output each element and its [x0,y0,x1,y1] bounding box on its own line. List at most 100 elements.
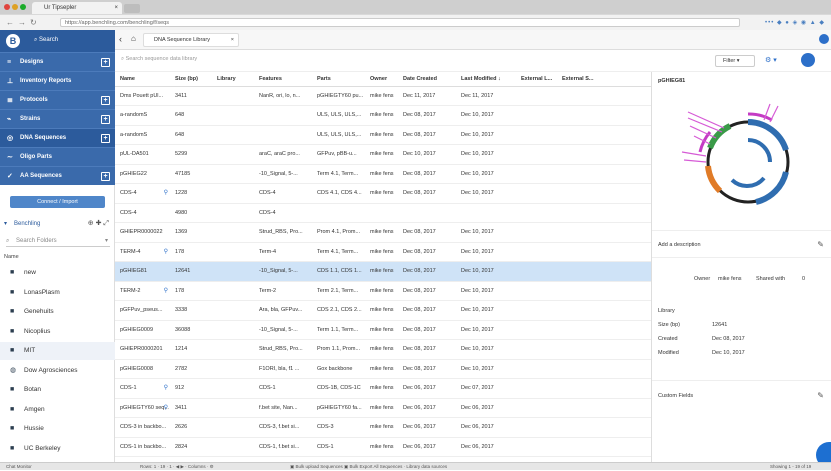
folder-item[interactable]: ■ Botan [0,381,115,399]
browser-tab[interactable]: Ur Tipsepler × [32,2,122,14]
table-row[interactable]: pGHIEG22 47185 -10_Signal, 5-... Term 4.1, … [115,164,651,184]
extension-icons[interactable]: ••• ◆ ● ◈ ◉ ▲ ◆ [765,19,825,26]
folder-item[interactable]: ■ Genehuits [0,303,115,321]
table-row[interactable]: CDS-3 in backbo... 2626 CDS-3, f.bet si...… [115,417,651,438]
cell-name[interactable]: CDS-3 in backbo... [120,424,166,430]
table-row[interactable]: TERM-2 ⚲ 178 Term-2 Term 2.1, Term... mike fe… [115,281,651,301]
sidebar-item-aa-sequences[interactable]: ✓ AA Sequences + [0,166,115,185]
table-row[interactable]: pGHIEG81 12641 -10_Signal, 5-... CDS 1.1, C… [115,261,651,282]
column-header[interactable]: External S... [557,72,651,87]
cell-name[interactable]: pGHIEG81 [120,268,147,274]
table-row[interactable]: a-randomS 648 ULS, ULS, ULS,... mike fens De… [115,125,651,145]
add-icon[interactable]: + [101,96,110,105]
cell-name[interactable]: CDS-4 [120,210,137,216]
table-row[interactable]: pGHIEG0009 36088 -10_Signal, 5-... Term 1.1… [115,320,651,340]
cell-name[interactable]: pGHIEGTY60 seq... [120,405,169,411]
cell-name[interactable]: a-randomS [120,112,147,118]
plasmid-map[interactable] [660,92,828,232]
link-icon[interactable]: ⚲ [164,404,168,411]
owner-value[interactable]: mike fens [718,270,742,288]
edit-icon[interactable]: ✎ [817,231,824,259]
connect-import-button[interactable]: Connect / Import [10,196,105,208]
sidebar-item-dna-sequences[interactable]: ◎ DNA Sequences + [0,128,115,147]
close-icon[interactable]: × [231,34,234,47]
folder-header-label[interactable]: Benchling [14,221,40,227]
cell-name[interactable]: GHIEPR0000201 [120,346,163,352]
tab-dna-sequence-library[interactable]: DNA Sequence Library × [143,33,239,47]
cell-name[interactable]: CDS-1 [120,385,137,391]
add-icon[interactable]: + [101,58,110,67]
feature-arc[interactable] [747,112,773,122]
feature-arc[interactable] [705,165,723,194]
sequence-search-input[interactable]: ⌕ Search sequence data library [121,56,197,63]
cell-name[interactable]: pUL-DA501 [120,151,149,157]
feature-arc[interactable] [747,138,772,163]
cell-name[interactable]: CDS-4 [120,190,137,196]
back-icon[interactable]: ← [6,18,14,27]
table-row[interactable]: a-randomS 648 ULS, ULS, ULS,... mike fens De… [115,105,651,126]
add-icon[interactable]: + [101,134,110,143]
folder-item[interactable]: ■ new [0,264,115,282]
feature-arc[interactable] [747,119,789,152]
sidebar-item-strains[interactable]: ⌁ Strains + [0,109,115,128]
shared-with-label[interactable]: Shared with [756,270,785,288]
cell-name[interactable]: pGHIEG22 [120,171,147,177]
add-icon[interactable]: + [101,115,110,124]
table-row[interactable]: CDS-4 ⚲ 1228 CDS-4 CDS 4.1, CDS 4... mike fen… [115,183,651,204]
benchling-logo[interactable]: B [6,34,20,48]
cell-name[interactable]: a-randomS [120,132,147,138]
global-search-button[interactable]: ⌕ Search [34,37,58,44]
add-icon[interactable]: + [101,172,110,181]
column-header[interactable]: External L... [516,72,557,87]
folder-item[interactable]: ■ Hussie [0,420,115,438]
minimize-window-icon[interactable] [12,4,18,10]
folder-actions[interactable]: ⊕ ✚ ⤢ [88,218,109,230]
link-icon[interactable]: ⚲ [164,384,168,391]
table-row[interactable]: pGFPuv_pseus... 3338 Ara, bla, GFPuv... CDS… [115,300,651,321]
help-icon[interactable] [819,34,829,44]
cell-name[interactable]: pGFPuv_pseus... [120,307,163,313]
column-header[interactable]: Last Modified ↓ [456,72,516,87]
sidebar-item-oligo-parts[interactable]: ∼ Oligo Parts [0,147,115,166]
feature-arc[interactable] [730,176,766,188]
table-row[interactable]: CDS-1 ⚲ 912 CDS-1 CDS-1B, CDS-1C mike fens Dec… [115,378,651,399]
table-row[interactable]: pGHIEGTY60 seq... ⚲ 3411 f.bet site, Nan...… [115,398,651,418]
sidebar-item-protocols[interactable]: ≣ Protocols + [0,90,115,109]
folder-item[interactable]: ■ Amgen [0,401,115,419]
view-options-button[interactable]: ⚙ ▾ [765,55,793,67]
feature-arc[interactable] [755,171,789,205]
column-header[interactable]: Name [115,72,170,87]
link-icon[interactable]: ⚲ [164,189,168,196]
add-description-row[interactable]: Add a description ✎ [652,230,831,258]
edit-icon[interactable]: ✎ [817,381,824,411]
reload-icon[interactable]: ↻ [30,18,37,27]
avatar[interactable] [801,53,815,67]
column-header[interactable]: Size (bp) [170,72,212,87]
folder-item[interactable]: ■ MIT [0,342,115,360]
table-row[interactable]: TERM-4 ⚲ 178 Term-4 Term 4.1, Term... mike fe… [115,242,651,262]
sidebar-item-designs[interactable]: ≡ Designs + [0,52,115,71]
close-tab-icon[interactable]: × [114,2,118,14]
new-tab-button[interactable] [124,4,140,13]
column-header[interactable]: Library [212,72,254,87]
column-header[interactable]: Date Created [398,72,456,87]
folder-search-input[interactable]: ⌕ Search Folders ▾ [6,235,110,247]
home-icon[interactable]: ⌂ [131,34,136,43]
maximize-window-icon[interactable] [20,4,26,10]
table-row[interactable]: pUL-DA501 5299 araC, araC pro... GFPuv, pBB… [115,144,651,165]
custom-fields-row[interactable]: Custom Fields ✎ [652,380,831,410]
table-row[interactable]: GHIEPR0000201 1214 Strud_RBS, Pro... Prom 1… [115,339,651,360]
table-row[interactable]: CDS-1 in backbo... 2824 CDS-1, f.bet si...… [115,437,651,457]
cell-name[interactable]: Dms Pouett pUl... [120,93,163,99]
link-icon[interactable]: ⚲ [164,248,168,255]
cell-name[interactable]: pGHIEG0008 [120,366,153,372]
url-input[interactable]: https://app.benchling.com/benchling/f/se… [60,18,740,27]
cell-name[interactable]: TERM-4 [120,249,140,255]
folder-item[interactable]: ■ LonasPlasm [0,284,115,302]
folder-item[interactable]: ■ Nicoplius [0,323,115,341]
cell-name[interactable]: GHIEPR0000022 [120,229,163,235]
folder-item[interactable]: ◍ Dow Agrosciences [0,362,115,380]
table-row[interactable]: pGHIEG0008 2782 F1ORI, bla, f1 ... Gox back… [115,359,651,379]
forward-icon[interactable]: → [18,18,26,27]
cell-name[interactable]: TERM-2 [120,288,140,294]
